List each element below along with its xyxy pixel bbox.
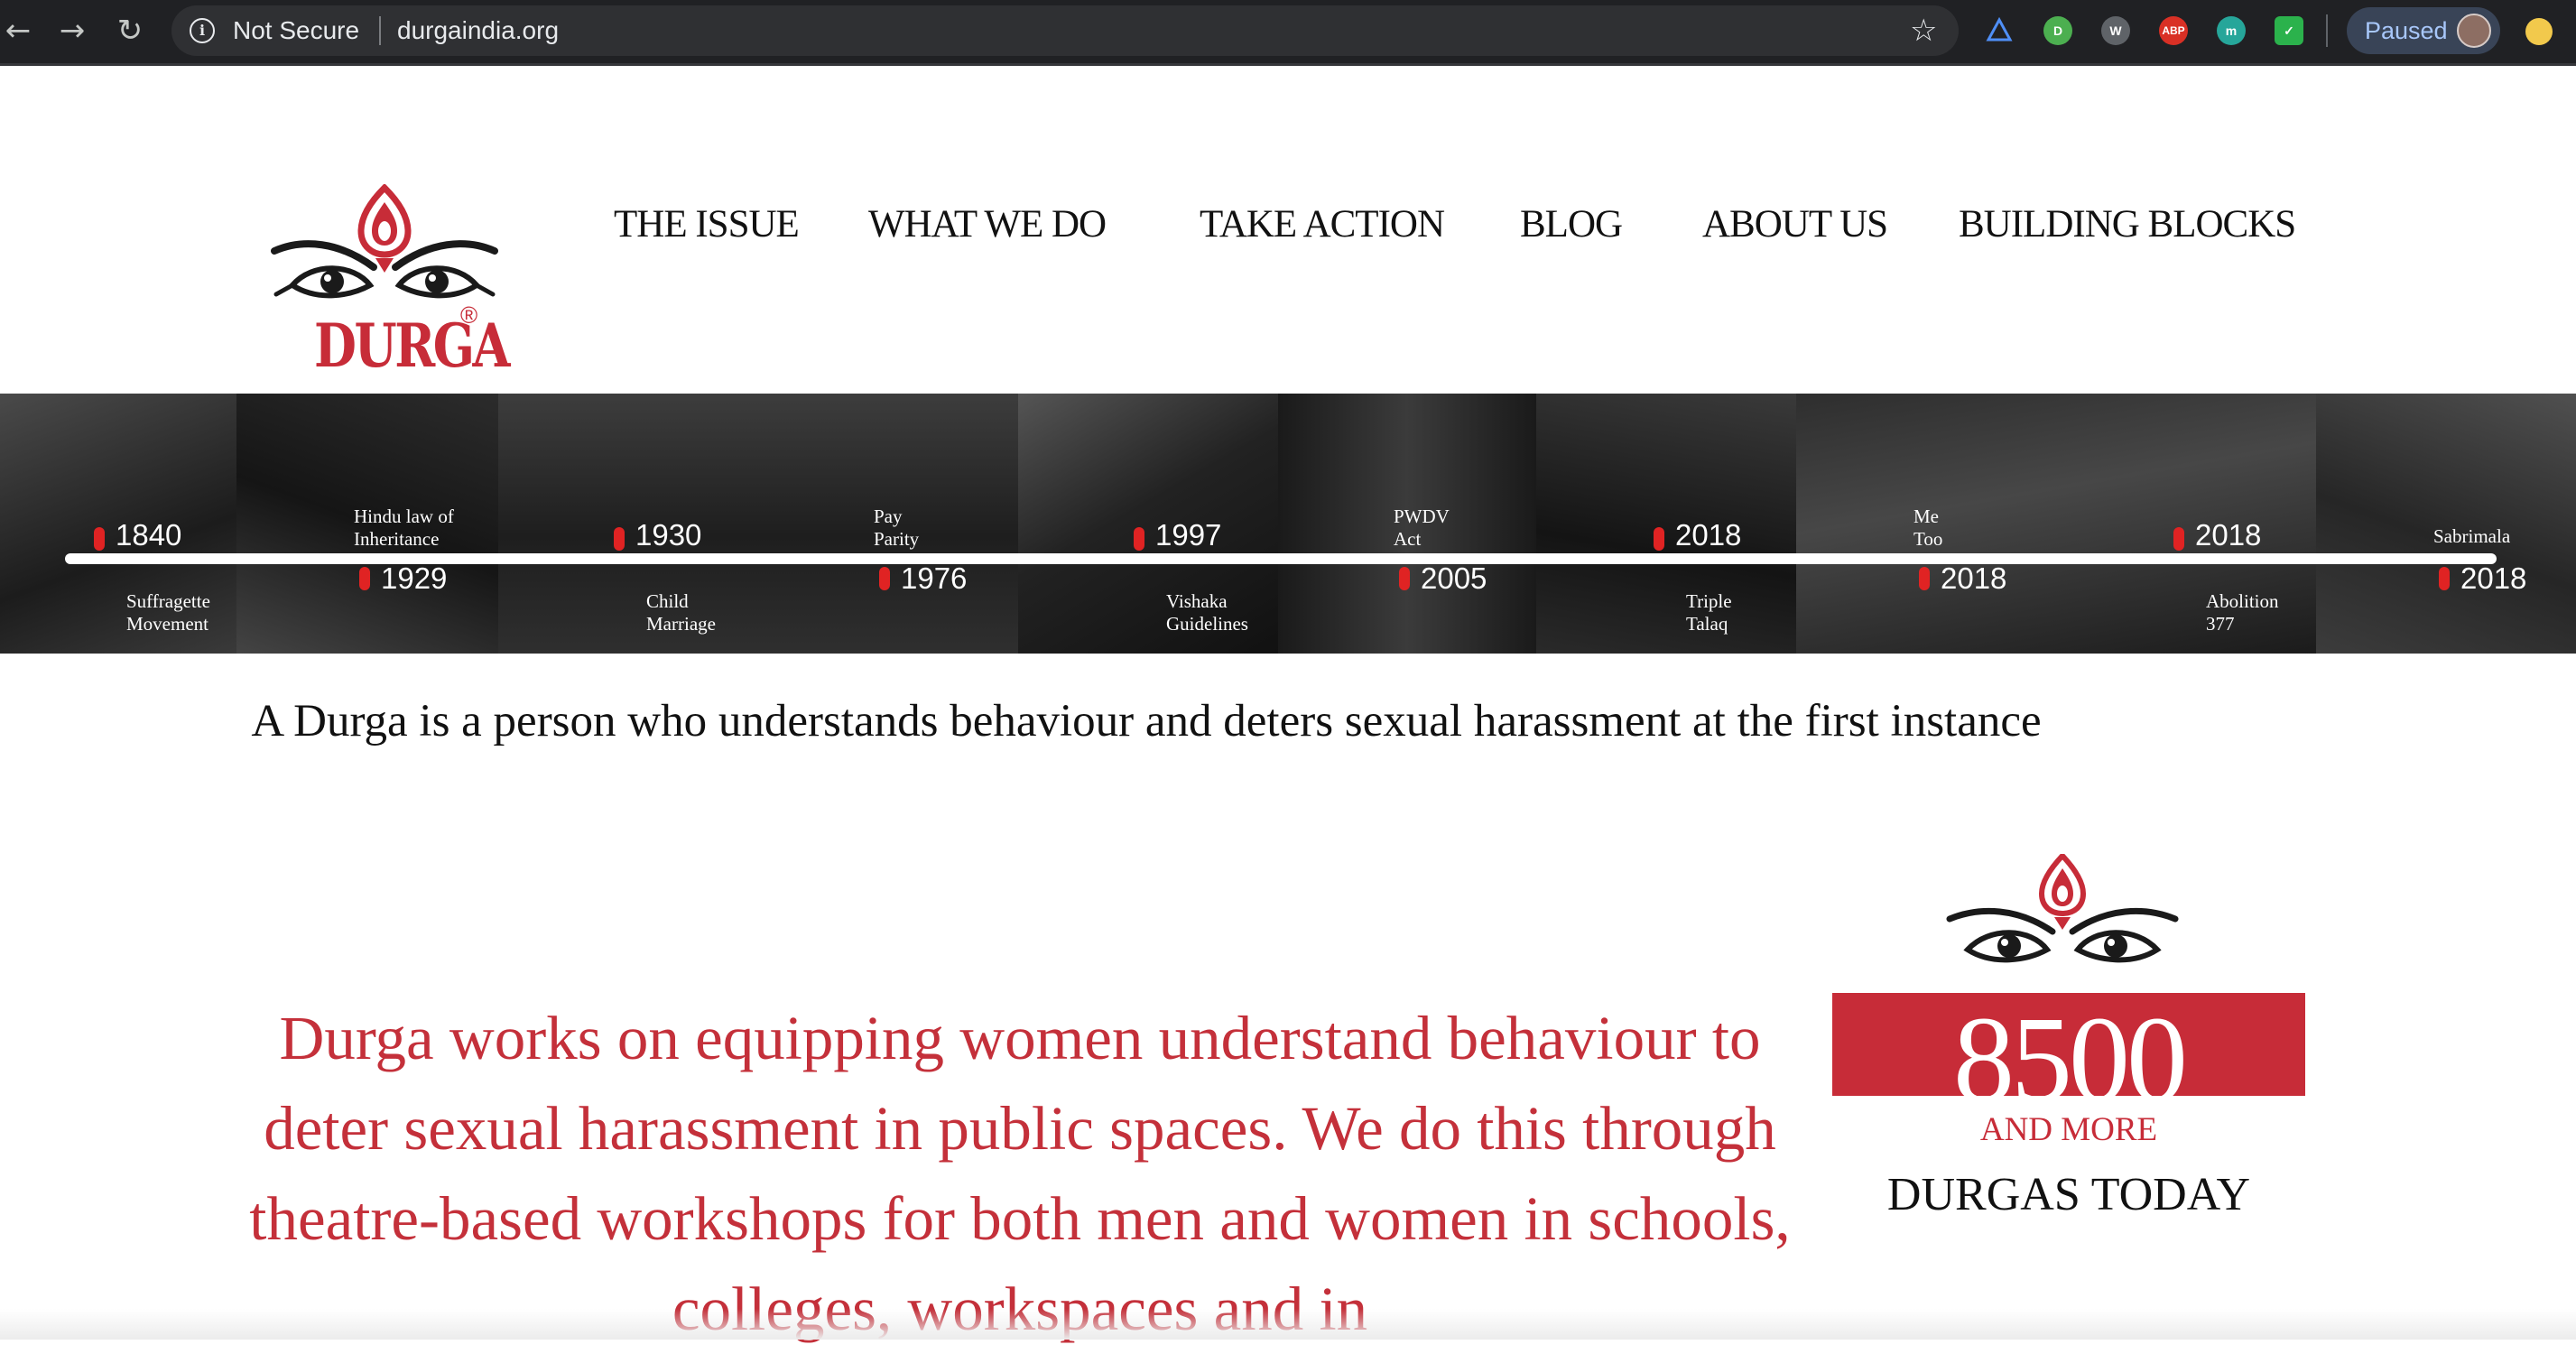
mission-statement: Durga works on equipping women understan… [249,1004,1791,1343]
adblock-plus-extension-icon[interactable]: ABP [2159,16,2188,45]
timeline-year: 1929 [381,561,448,595]
and-more-label: AND MORE [1979,1111,2158,1148]
timeline-event-label[interactable]: Suffragette Movement [126,590,210,635]
feedly-extension-icon[interactable]: ✓ [2275,16,2303,45]
timeline-year: 1976 [901,561,968,595]
nav-about-us[interactable]: ABOUT US [1702,202,1888,246]
profile-button[interactable]: Paused [2347,7,2500,54]
url-text[interactable]: durgaindia.org [397,16,559,45]
timeline-event-label[interactable]: Triple Talaq [1686,590,1732,635]
banner-photo [498,394,1018,654]
forward-icon[interactable]: → [54,13,90,49]
timeline-year: 1840 [116,518,182,552]
durga-logo[interactable]: DURGA ® [267,183,510,383]
banner-photo [1536,394,1796,654]
nav-the-issue[interactable]: THE ISSUE [614,202,800,246]
timeline-year: 2018 [2460,561,2527,595]
banner-photo [2316,394,2576,654]
timeline-marker [94,527,105,551]
timeline-marker [1399,567,1410,590]
reload-icon[interactable]: ↻ [112,13,148,49]
timeline-marker [1919,567,1930,590]
page-fold-shadow [0,1309,2576,1340]
timeline-marker [2439,567,2450,590]
drive-extension-icon[interactable] [1985,16,2014,45]
timeline-event-label[interactable]: Pay Parity [874,505,919,551]
timeline-marker [879,567,890,590]
m-extension-icon[interactable]: m [2217,16,2246,45]
timeline-event-label[interactable]: Abolition 377 [2206,590,2279,635]
durgas-today-label: DURGAS TODAY [1886,1169,2251,1220]
w-extension-icon[interactable]: W [2101,16,2130,45]
logo-wordmark: DURGA [314,311,510,381]
security-label[interactable]: Not Secure [233,16,359,45]
nav-blog[interactable]: BLOG [1520,202,1623,246]
timeline-event-label[interactable]: Child Marriage [646,590,716,635]
durga-count-box: 8500 [1832,993,2305,1096]
timeline-event-label[interactable]: Vishaka Guidelines [1166,590,1248,635]
durga-count: 8500 [1953,993,2188,1096]
update-menu-icon[interactable] [2525,18,2553,45]
timeline-year: 2005 [1421,561,1487,595]
avatar [2457,14,2491,48]
timeline-marker [1654,527,1664,551]
timeline-banner: 1840 Suffragette Movement 1929 Hindu law of… [0,394,2576,654]
timeline-event-label[interactable]: Me Too [1913,505,1942,551]
profile-status: Paused [2365,17,2448,44]
address-separator [379,16,381,45]
tagline: A Durga is a person who understands beha… [251,696,2042,747]
toolbar-separator [2326,14,2328,47]
nav-what-we-do[interactable]: WHAT WE DO [868,202,1107,246]
registered-mark: ® [460,301,478,329]
durga-eyes-emblem [1941,851,2184,980]
info-icon[interactable]: i [190,18,215,43]
timeline-marker [1134,527,1144,551]
timeline-marker [359,567,370,590]
timeline-event-label[interactable]: Sabrimala [2433,525,2510,548]
timeline-year: 2018 [1675,518,1742,552]
browser-toolbar: ← → ↻ i Not Secure durgaindia.org ☆ D W … [0,0,2576,66]
nav-building-blocks[interactable]: BUILDING BLOCKS [1959,202,2296,246]
timeline-year: 2018 [2195,518,2262,552]
timeline-year: 1997 [1155,518,1222,552]
nav-take-action[interactable]: TAKE ACTION [1200,202,1445,246]
bookmark-star-icon[interactable]: ☆ [1910,13,1937,49]
pushbullet-extension-icon[interactable]: D [2043,16,2072,45]
timeline-year: 1930 [635,518,702,552]
back-icon[interactable]: ← [0,13,36,49]
address-bar[interactable]: i Not Secure durgaindia.org ☆ [171,5,1959,56]
timeline-event-label[interactable]: PWDV Act [1394,505,1450,551]
timeline-marker [2173,527,2184,551]
timeline-marker [614,527,625,551]
timeline-event-label[interactable]: Hindu law of Inheritance [354,505,454,551]
timeline-year: 2018 [1941,561,2007,595]
